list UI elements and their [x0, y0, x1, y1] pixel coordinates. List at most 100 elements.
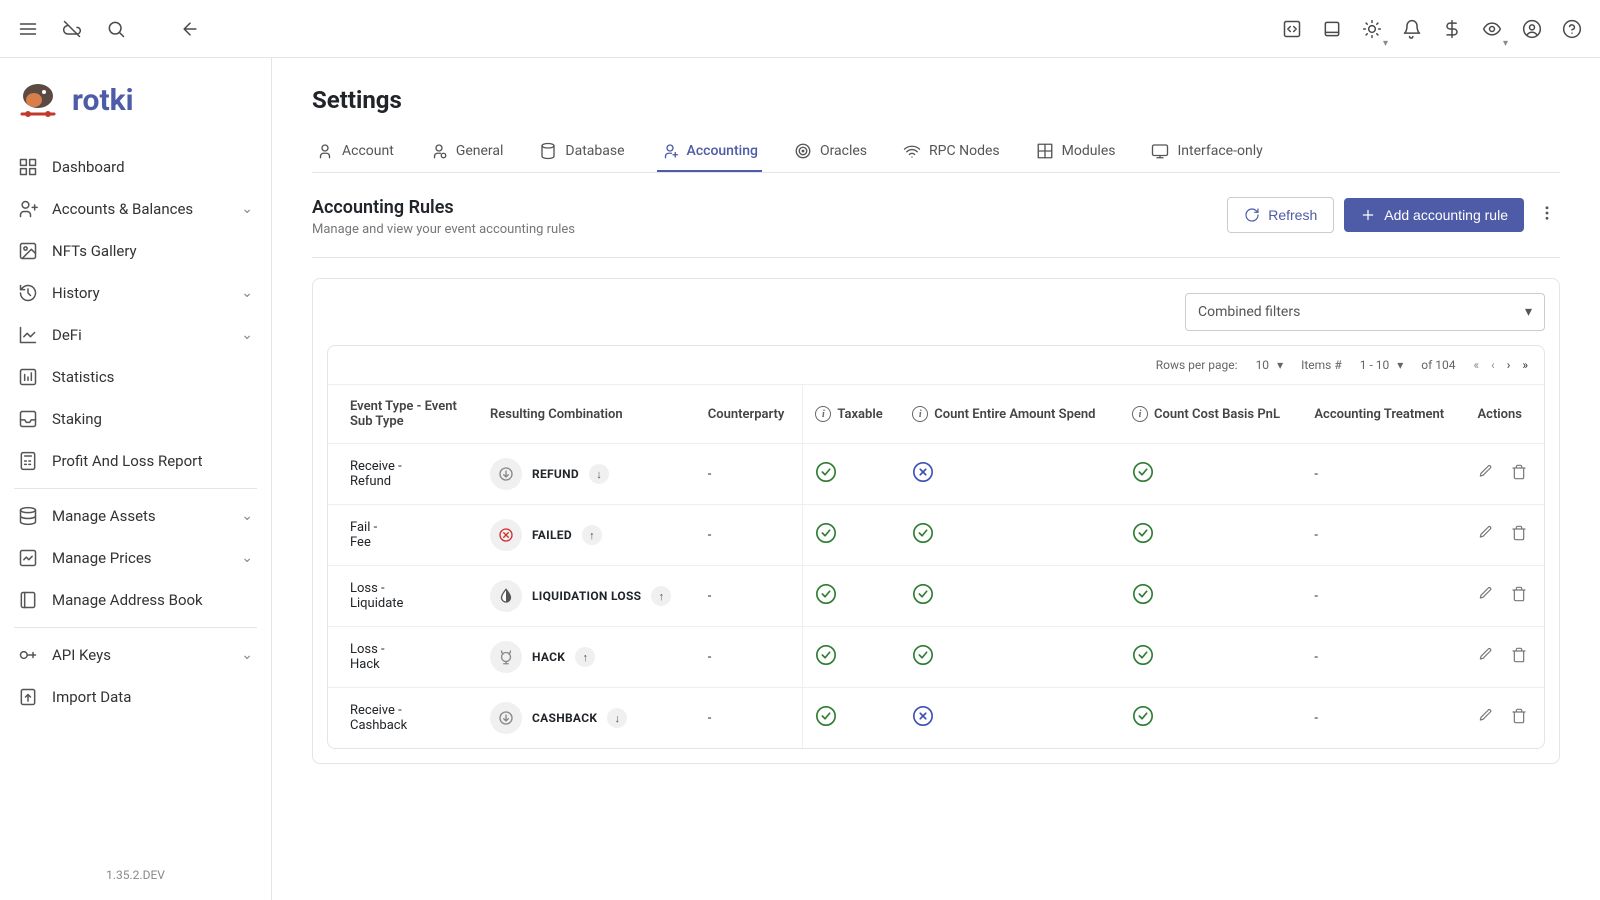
delete-icon[interactable]	[1511, 586, 1527, 606]
info-icon[interactable]: i	[815, 406, 831, 422]
arrow-down-icon: ↓	[589, 464, 609, 484]
inbox-icon	[18, 409, 38, 429]
tab-oracles[interactable]: Oracles	[790, 132, 871, 172]
col-taxable: iTaxable	[803, 385, 900, 444]
info-icon[interactable]: i	[912, 406, 928, 422]
combo-type-icon	[490, 580, 522, 612]
search-icon[interactable]	[104, 17, 128, 41]
section-title: Accounting Rules	[312, 197, 575, 218]
col-combo: Resulting Combination	[478, 385, 696, 444]
image-icon	[18, 241, 38, 261]
edit-icon[interactable]	[1477, 525, 1493, 545]
more-menu-icon[interactable]	[1534, 200, 1560, 230]
combo-type-icon	[490, 458, 522, 490]
check-icon	[815, 705, 837, 727]
page-title: Settings	[312, 86, 1560, 114]
combined-filters-select[interactable]: Combined filters ▾	[1185, 293, 1545, 331]
sidebar-item-manage-prices[interactable]: Manage Prices ⌄	[0, 537, 271, 579]
col-event-type: Event Type - Event Sub Type	[328, 385, 478, 444]
delete-icon[interactable]	[1511, 708, 1527, 728]
tab-accounting[interactable]: Accounting	[657, 132, 762, 172]
tab-general[interactable]: General	[426, 132, 508, 172]
note-icon[interactable]	[1320, 17, 1344, 41]
prices-icon	[18, 548, 38, 568]
table-row: Receive -Cashback CASHBACK ↓ - -	[328, 688, 1544, 749]
sidebar-item-nfts-gallery[interactable]: NFTs Gallery	[0, 230, 271, 272]
combo-type-icon	[490, 519, 522, 551]
key-icon	[18, 645, 38, 665]
last-page-icon[interactable]: »	[1522, 358, 1528, 372]
sidebar-item-history[interactable]: History ⌄	[0, 272, 271, 314]
check-icon	[815, 583, 837, 605]
import-icon	[18, 687, 38, 707]
rows-per-page-select[interactable]: 10 ▾	[1256, 358, 1284, 372]
topbar: ▾ ▾	[0, 0, 1600, 58]
sidebar-item-profit-and-loss-report[interactable]: Profit And Loss Report	[0, 440, 271, 482]
chart-icon	[18, 325, 38, 345]
history-icon	[18, 283, 38, 303]
chevron-down-icon: ⌄	[241, 508, 253, 524]
check-icon	[815, 461, 837, 483]
tab-modules[interactable]: Modules	[1032, 132, 1120, 172]
col-treatment: Accounting Treatment	[1302, 385, 1465, 444]
combo-type-icon	[490, 641, 522, 673]
sidebar-item-staking[interactable]: Staking	[0, 398, 271, 440]
sidebar-item-defi[interactable]: DeFi ⌄	[0, 314, 271, 356]
page-range-select[interactable]: 1 - 10 ▾	[1360, 358, 1404, 372]
privacy-icon[interactable]: ▾	[1480, 17, 1504, 41]
info-icon[interactable]: i	[1132, 406, 1148, 422]
rules-table: Event Type - Event Sub Type Resulting Co…	[328, 384, 1544, 748]
arrow-up-icon: ↑	[575, 647, 595, 667]
delete-icon[interactable]	[1511, 464, 1527, 484]
edit-icon[interactable]	[1477, 647, 1493, 667]
currency-icon[interactable]	[1440, 17, 1464, 41]
edit-icon[interactable]	[1477, 586, 1493, 606]
back-icon[interactable]	[178, 17, 202, 41]
user-icon[interactable]	[1520, 17, 1544, 41]
arrow-down-icon: ↓	[607, 708, 627, 728]
sidebar-item-statistics[interactable]: Statistics	[0, 356, 271, 398]
next-page-icon[interactable]: ›	[1507, 358, 1511, 372]
tab-database[interactable]: Database	[535, 132, 628, 172]
sidebar: rotki Dashboard Accounts & Balances ⌄ NF…	[0, 58, 272, 900]
tab-interface-only[interactable]: Interface-only	[1147, 132, 1266, 172]
cloud-off-icon[interactable]	[60, 17, 84, 41]
delete-icon[interactable]	[1511, 647, 1527, 667]
help-icon[interactable]	[1560, 17, 1584, 41]
cross-icon	[912, 705, 934, 727]
sidebar-item-import-data[interactable]: Import Data	[0, 676, 271, 718]
table-row: Fail -Fee FAILED ↑ - -	[328, 505, 1544, 566]
tab-account[interactable]: Account	[312, 132, 398, 172]
book-icon	[18, 590, 38, 610]
code-icon[interactable]	[1280, 17, 1304, 41]
check-icon	[1132, 522, 1154, 544]
edit-icon[interactable]	[1477, 708, 1493, 728]
add-rule-button[interactable]: Add accounting rule	[1344, 198, 1524, 232]
sidebar-item-dashboard[interactable]: Dashboard	[0, 146, 271, 188]
sidebar-item-manage-address-book[interactable]: Manage Address Book	[0, 579, 271, 621]
menu-icon[interactable]	[16, 17, 40, 41]
sidebar-item-accounts-balances[interactable]: Accounts & Balances ⌄	[0, 188, 271, 230]
delete-icon[interactable]	[1511, 525, 1527, 545]
table-row: Receive -Refund REFUND ↓ - -	[328, 444, 1544, 505]
first-page-icon[interactable]: «	[1474, 358, 1480, 372]
calc-icon	[18, 451, 38, 471]
col-cost-basis: iCount Cost Basis PnL	[1120, 385, 1302, 444]
chevron-down-icon: ⌄	[241, 201, 253, 217]
table-row: Loss -Hack HACK ↑ - -	[328, 627, 1544, 688]
prev-page-icon[interactable]: ‹	[1491, 358, 1495, 372]
sidebar-item-api-keys[interactable]: API Keys ⌄	[0, 634, 271, 676]
sidebar-item-manage-assets[interactable]: Manage Assets ⌄	[0, 495, 271, 537]
arrow-up-icon: ↑	[582, 525, 602, 545]
bell-icon[interactable]	[1400, 17, 1424, 41]
theme-icon[interactable]: ▾	[1360, 17, 1384, 41]
refresh-button[interactable]: Refresh	[1227, 197, 1334, 233]
app-name: rotki	[72, 83, 134, 118]
tab-rpc-nodes[interactable]: RPC Nodes	[899, 132, 1004, 172]
edit-icon[interactable]	[1477, 464, 1493, 484]
chevron-down-icon: ⌄	[241, 327, 253, 343]
col-counterparty: Counterparty	[696, 385, 803, 444]
version-label: 1.35.2.DEV	[0, 850, 271, 900]
cross-icon	[912, 461, 934, 483]
settings-tabs: Account General Database Accounting Orac…	[312, 132, 1560, 173]
